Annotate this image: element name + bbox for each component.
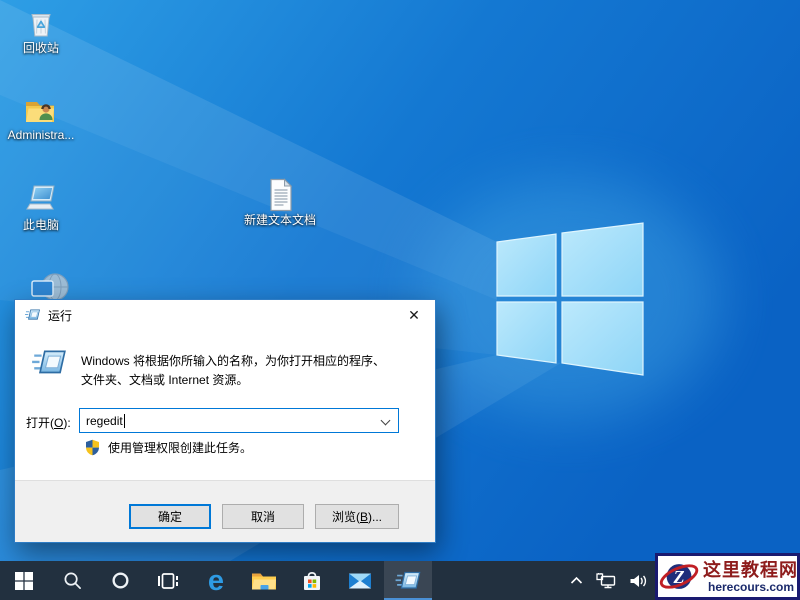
task-view-button[interactable] xyxy=(144,561,192,600)
file-explorer-button[interactable] xyxy=(240,561,288,600)
text-caret xyxy=(124,414,125,428)
mail-button[interactable] xyxy=(336,561,384,600)
mail-icon xyxy=(348,572,372,590)
cortana-icon xyxy=(111,571,130,590)
desktop-icon-label: Administra... xyxy=(8,129,75,142)
description-line-2: 文件夹、文档或 Internet 资源。 xyxy=(81,371,426,390)
run-app-icon xyxy=(394,569,422,593)
run-dialog-titlebar[interactable]: 运行 ✕ xyxy=(15,300,435,330)
ok-button[interactable]: 确定 xyxy=(129,504,211,529)
start-button[interactable] xyxy=(0,561,48,600)
browse-button[interactable]: 浏览(B)... xyxy=(315,504,399,529)
file-explorer-icon xyxy=(251,570,277,591)
admin-note-row: 使用管理权限创建此任务。 xyxy=(85,439,252,456)
desktop-icon-new-text-doc[interactable]: 新建文本文档 xyxy=(240,178,320,227)
cancel-button[interactable]: 取消 xyxy=(222,504,304,529)
desktop-icon-network[interactable] xyxy=(28,268,74,299)
open-input[interactable]: regedit xyxy=(79,408,399,433)
volume-icon xyxy=(629,573,648,589)
edge-icon: e xyxy=(203,567,229,595)
search-button[interactable] xyxy=(48,561,96,600)
uac-shield-icon xyxy=(85,439,100,456)
open-input-value: regedit xyxy=(86,414,123,428)
store-button[interactable] xyxy=(288,561,336,600)
close-button[interactable]: ✕ xyxy=(400,305,428,326)
chevron-up-icon xyxy=(570,576,583,585)
run-dialog-title: 运行 xyxy=(48,307,72,324)
network-status-icon xyxy=(596,573,616,589)
desktop-icon-this-pc[interactable]: 此电脑 xyxy=(3,183,79,232)
dropdown-chevron-icon[interactable] xyxy=(381,416,391,426)
watermark-logo-icon: Z xyxy=(659,556,701,597)
store-icon xyxy=(301,569,323,593)
run-dialog-title-icon xyxy=(24,308,41,322)
windows-start-icon xyxy=(15,572,33,590)
text-document-icon xyxy=(265,178,295,212)
tray-network-button[interactable] xyxy=(596,573,616,589)
svg-text:e: e xyxy=(208,567,224,595)
run-dialog-description: Windows 将根据你所输入的名称，为你打开相应的程序、 文件夹、文档或 In… xyxy=(81,352,426,390)
desktop-icon-label: 此电脑 xyxy=(23,219,59,232)
run-app-taskbar-button[interactable] xyxy=(384,561,432,600)
desktop-icon-admin-folder[interactable]: Administra... xyxy=(3,95,79,142)
description-line-1: Windows 将根据你所输入的名称，为你打开相应的程序、 xyxy=(81,352,426,371)
run-dialog: 运行 ✕ Windows 将根据你所输入的名称，为你打开相应的程序、 文件夹、文… xyxy=(14,299,436,543)
tray-chevron-button[interactable] xyxy=(570,576,583,585)
desktop-icon-label: 回收站 xyxy=(23,42,59,55)
desktop: 回收站 Administra... 此电脑 新建文本文档 xyxy=(0,0,800,600)
watermark-site-name: 这里教程网 xyxy=(703,560,798,580)
cortana-button[interactable] xyxy=(96,561,144,600)
watermark-text: 这里教程网 herecours.com xyxy=(703,560,798,594)
this-pc-icon xyxy=(22,183,60,217)
run-dialog-body-icon xyxy=(30,347,68,379)
run-dialog-footer: 确定 取消 浏览(B)... xyxy=(15,480,435,542)
desktop-icon-recycle-bin[interactable]: 回收站 xyxy=(3,6,79,55)
recycle-bin-icon xyxy=(24,6,58,40)
admin-note-text: 使用管理权限创建此任务。 xyxy=(108,439,252,456)
desktop-icon-label: 新建文本文档 xyxy=(244,214,316,227)
search-icon xyxy=(63,571,82,590)
tray-volume-button[interactable] xyxy=(629,573,648,589)
network-icon xyxy=(28,268,74,299)
user-folder-icon xyxy=(24,95,58,127)
watermark-site-domain: herecours.com xyxy=(708,580,798,594)
edge-button[interactable]: e xyxy=(192,561,240,600)
close-icon: ✕ xyxy=(408,307,420,324)
watermark: Z 这里教程网 herecours.com xyxy=(655,553,800,600)
task-view-icon xyxy=(157,572,179,590)
open-field-label: 打开(O): xyxy=(26,414,71,431)
